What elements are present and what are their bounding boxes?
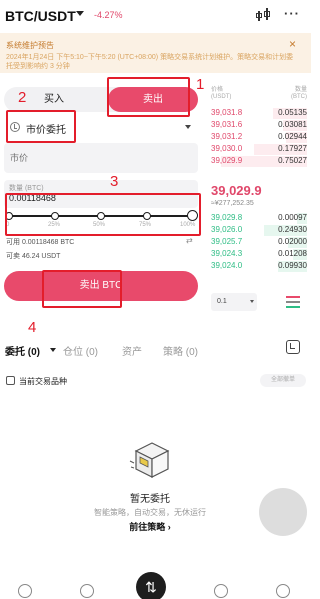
- available-usdt: 可卖 46.24 USDT: [6, 253, 61, 260]
- row-qty: 0.17927: [278, 144, 307, 153]
- annotation-number-3: 3: [110, 173, 119, 190]
- annotation-box-2: [6, 110, 76, 143]
- bid-row[interactable]: 39,024.3 0.01208: [211, 249, 307, 261]
- ask-row[interactable]: 39,030.0 0.17927: [211, 144, 307, 156]
- order-history-icon[interactable]: [286, 340, 300, 354]
- orderbook-price-header: 价格 (USDT): [211, 87, 232, 100]
- go-to-strategy-link[interactable]: 前往策略 ›: [0, 520, 300, 533]
- row-price: 39,031.6: [211, 120, 243, 129]
- current-pair-checkbox[interactable]: [6, 376, 15, 385]
- maintenance-notice: 系统维护预告 × 2024年1月24日 下午5:10~下午5:20 (UTC+0…: [0, 33, 311, 73]
- orderbook-qty-header: 数量 (BTC): [291, 87, 307, 100]
- pair-dropdown-icon[interactable]: [76, 11, 84, 16]
- row-qty: 0.00097: [278, 213, 307, 222]
- annotation-box-4: [42, 270, 122, 308]
- row-qty: 0.02000: [278, 237, 307, 246]
- bid-row[interactable]: 39,026.0 0.24930: [211, 225, 307, 237]
- empty-box-icon: [129, 442, 170, 478]
- notice-title: 系统维护预告: [6, 41, 54, 50]
- close-icon[interactable]: ×: [289, 37, 296, 51]
- row-price: 39,024.3: [211, 249, 243, 258]
- bid-row[interactable]: 39,024.0 0.09930: [211, 261, 307, 273]
- row-price: 39,030.0: [211, 144, 243, 153]
- row-qty: 0.02944: [278, 132, 307, 141]
- row-qty: 0.75027: [278, 156, 307, 165]
- chevron-down-icon[interactable]: [50, 348, 56, 352]
- top-bar: BTC/USDT -4.27% ···: [0, 0, 311, 32]
- more-options-icon[interactable]: ···: [284, 6, 300, 21]
- home-icon[interactable]: [18, 584, 32, 598]
- orderbook-header: 价格 (USDT) 数量 (BTC): [211, 87, 307, 103]
- annotation-number-2: 2: [18, 89, 27, 106]
- row-price: 39,031.2: [211, 132, 243, 141]
- row-price: 39,026.0: [211, 225, 243, 234]
- market-icon[interactable]: [80, 584, 94, 598]
- row-qty: 0.09930: [278, 261, 307, 270]
- trade-nav-button[interactable]: ⇅: [136, 572, 166, 599]
- row-price: 39,031.8: [211, 108, 243, 117]
- assets-icon[interactable]: [276, 584, 290, 598]
- tab-positions[interactable]: 仓位 (0): [63, 343, 98, 358]
- annotation-number-4: 4: [28, 319, 37, 336]
- row-qty: 0.03081: [278, 120, 307, 129]
- row-price: 39,029.9: [211, 156, 243, 165]
- tab-assets[interactable]: 资产: [122, 343, 142, 358]
- cancel-all-button[interactable]: 全部撤单: [260, 374, 306, 387]
- orderbook-mode-icon[interactable]: [286, 296, 300, 308]
- annotation-box-1: [107, 77, 190, 117]
- trading-pair-title[interactable]: BTC/USDT: [5, 8, 76, 24]
- current-pair-label[interactable]: 当前交易品种: [19, 376, 67, 387]
- row-qty: 0.01208: [278, 249, 307, 258]
- row-price: 39,024.0: [211, 261, 243, 270]
- tab-strategy[interactable]: 策略 (0): [163, 343, 198, 358]
- notice-body: 2024年1月24日 下午5:10~下午5:20 (UTC+08:00) 策略交…: [6, 54, 294, 70]
- bid-row[interactable]: 39,029.8 0.00097: [211, 213, 307, 225]
- tab-orders[interactable]: 委托 (0): [5, 343, 40, 358]
- filter-row: 当前交易品种 全部撤单: [6, 374, 306, 389]
- transfer-icon[interactable]: ⇄: [186, 236, 193, 245]
- last-price: 39,029.9: [211, 183, 262, 198]
- empty-state-subtitle: 智能策略，自动交易，无休运行: [94, 508, 206, 517]
- row-qty: 0.24930: [278, 225, 307, 234]
- price-input[interactable]: [4, 143, 198, 173]
- ask-row[interactable]: 39,031.6 0.03081: [211, 120, 307, 132]
- empty-state-title: 暂无委托: [130, 494, 170, 505]
- row-qty: 0.05135: [278, 108, 307, 117]
- row-price: 39,029.8: [211, 213, 243, 222]
- quantity-label: 数量 (BTC): [9, 185, 44, 192]
- chevron-down-icon: [250, 300, 254, 303]
- bid-row[interactable]: 39,025.7 0.02000: [211, 237, 307, 249]
- floating-assistive-button[interactable]: [259, 488, 307, 536]
- ask-row[interactable]: 39,031.8 0.05135: [211, 108, 307, 120]
- ask-row[interactable]: 39,031.2 0.02944: [211, 132, 307, 144]
- finance-icon[interactable]: [214, 584, 228, 598]
- orders-tab-bar: 委托 (0) 仓位 (0) 资产 策略 (0): [0, 340, 311, 362]
- annotation-box-3: [5, 193, 201, 236]
- candlestick-chart-icon[interactable]: [256, 8, 272, 22]
- available-btc: 可用 0.00118468 BTC: [6, 239, 75, 246]
- ask-row[interactable]: 39,029.9 0.75027: [211, 156, 307, 168]
- price-change-badge: -4.27%: [94, 10, 123, 20]
- last-price-fiat: ≈¥277,252.35: [211, 200, 254, 207]
- chevron-down-icon: [185, 125, 191, 129]
- annotation-number-1: 1: [196, 76, 205, 93]
- row-price: 39,025.7: [211, 237, 243, 246]
